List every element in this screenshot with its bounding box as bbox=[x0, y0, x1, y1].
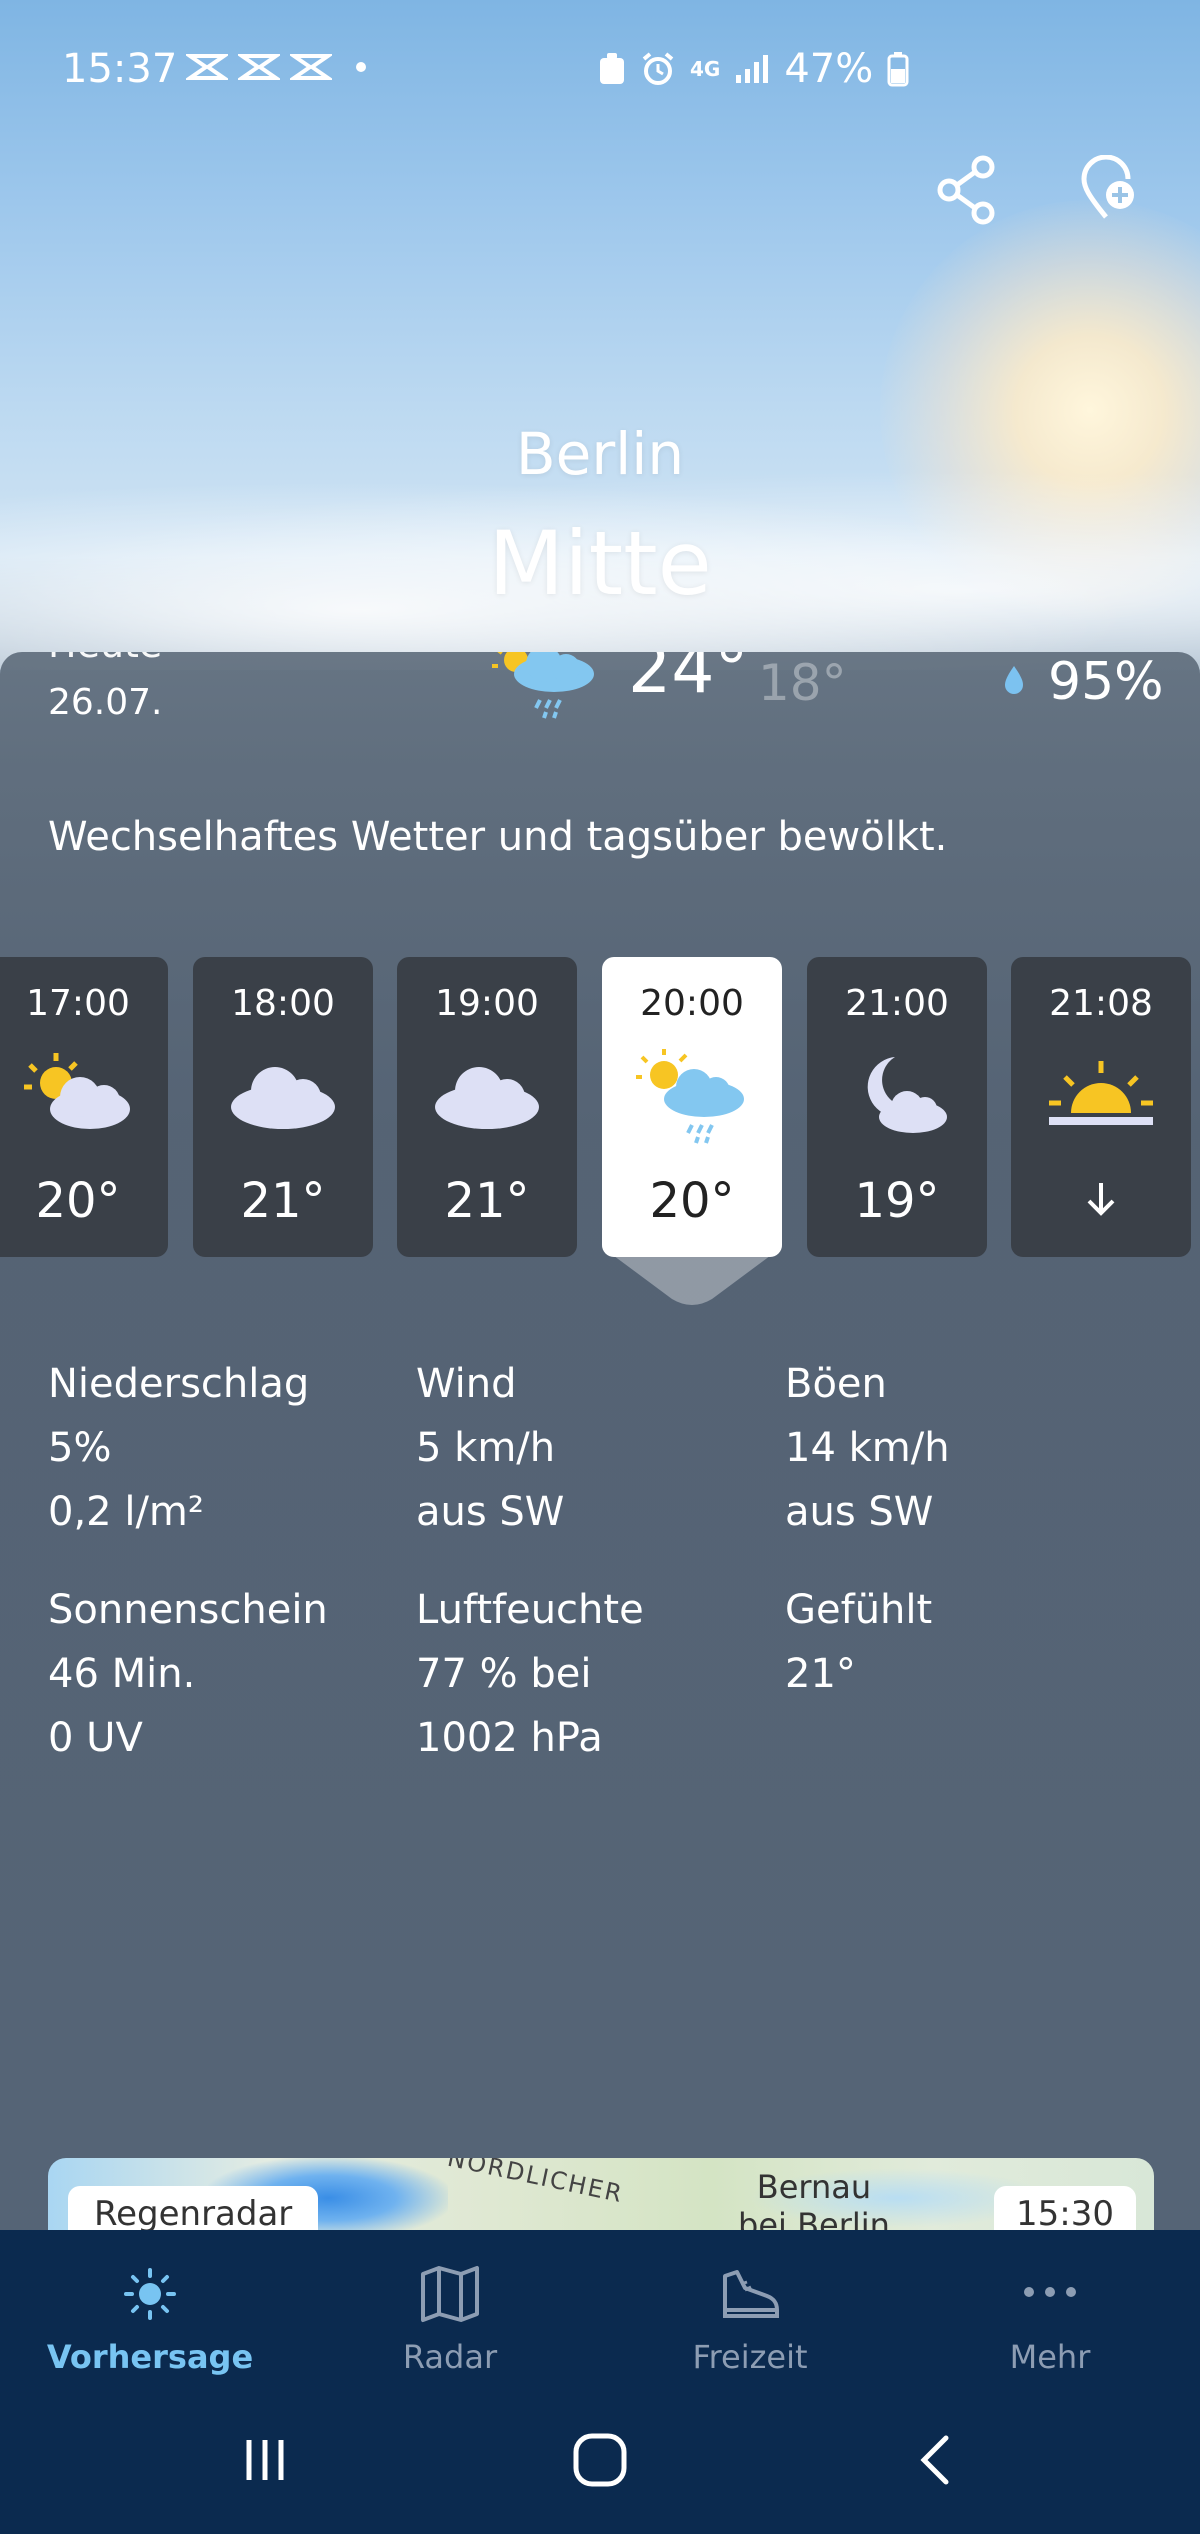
battery-percent: 47% bbox=[784, 46, 874, 92]
home-icon[interactable] bbox=[560, 2420, 640, 2500]
weather-summary: Wechselhaftes Wetter und tagsüber bewölk… bbox=[48, 814, 948, 860]
sun-cloud-rain-icon bbox=[636, 1049, 744, 1144]
hour-tile[interactable]: 21:08 bbox=[1011, 957, 1191, 1257]
today-min-temp: 18° bbox=[758, 654, 847, 712]
city-name: Berlin bbox=[515, 420, 685, 488]
detail-value: 77 % bei bbox=[416, 1651, 592, 1697]
detail-label: Luftfeuchte bbox=[416, 1587, 644, 1633]
detail-value: aus SW bbox=[416, 1489, 565, 1535]
shoe-icon bbox=[723, 2270, 779, 2318]
cloud-icon bbox=[231, 1067, 335, 1129]
alarm-icon bbox=[642, 52, 674, 85]
nav-label: Mehr bbox=[1009, 2338, 1091, 2376]
raindrop-icon bbox=[1005, 666, 1023, 694]
detail-feels-like: Gefühlt 21° bbox=[785, 1578, 932, 1706]
today-date: 26.07. bbox=[48, 682, 163, 723]
status-bar: 15:37 4G 47% bbox=[0, 0, 1200, 140]
nav-label: Freizeit bbox=[692, 2338, 808, 2376]
hour-tile[interactable]: 19:00 21° bbox=[397, 957, 577, 1257]
recent-apps-icon[interactable] bbox=[225, 2420, 305, 2500]
detail-label: Böen bbox=[785, 1361, 887, 1407]
selected-hour-pointer bbox=[602, 1227, 782, 1305]
more-dots-icon bbox=[1024, 2287, 1076, 2297]
notification-icons bbox=[186, 52, 366, 82]
more-notifications-dot bbox=[356, 62, 366, 72]
nav-leisure[interactable]: Freizeit bbox=[600, 2262, 900, 2412]
system-navigation-bar bbox=[0, 2420, 1200, 2510]
notification-app-icon bbox=[290, 54, 332, 80]
hour-time: 18:00 bbox=[231, 983, 335, 1024]
detail-value: aus SW bbox=[785, 1489, 934, 1535]
hour-time: 21:08 bbox=[1049, 983, 1153, 1024]
nav-more[interactable]: Mehr bbox=[900, 2262, 1200, 2412]
hour-temp: 19° bbox=[854, 1173, 940, 1229]
share-icon[interactable] bbox=[935, 155, 999, 225]
cloud-icon bbox=[435, 1067, 539, 1129]
today-max-temp: 24° bbox=[628, 652, 749, 709]
weather-screen: 15:37 4G 47% Berlin Mitte 26.07. 24° 18°… bbox=[0, 0, 1200, 2534]
detail-value: 1002 hPa bbox=[416, 1715, 603, 1761]
hour-temp: 21° bbox=[444, 1173, 530, 1229]
detail-label: Gefühlt bbox=[785, 1587, 933, 1633]
today-summary-row[interactable]: Heute 26.07. 24° 18° 95% bbox=[0, 652, 1200, 762]
detail-value: 14 km/h bbox=[785, 1425, 950, 1471]
today-label: Heute bbox=[48, 652, 162, 666]
detail-value: 21° bbox=[785, 1651, 856, 1697]
signal-icon bbox=[736, 55, 769, 83]
notification-app-icon bbox=[186, 54, 228, 80]
sun-icon bbox=[124, 2268, 176, 2320]
detail-wind: Wind 5 km/h aus SW bbox=[416, 1352, 564, 1544]
hour-time: 19:00 bbox=[435, 983, 539, 1024]
battery-icon bbox=[887, 52, 909, 87]
back-icon[interactable] bbox=[896, 2420, 976, 2500]
detail-humidity: Luftfeuchte 77 % bei 1002 hPa bbox=[416, 1578, 644, 1770]
detail-label: Wind bbox=[416, 1361, 517, 1407]
map-icon bbox=[421, 2266, 479, 2322]
hour-tile-selected[interactable]: 20:00 20° bbox=[602, 957, 782, 1257]
detail-value: 0,2 l/m² bbox=[48, 1489, 204, 1535]
nav-forecast[interactable]: Vorhersage bbox=[0, 2262, 300, 2412]
hour-time: 17:00 bbox=[26, 983, 130, 1024]
hour-temp: 20° bbox=[35, 1173, 121, 1229]
add-location-icon[interactable] bbox=[1078, 155, 1142, 225]
hour-temp: 20° bbox=[649, 1173, 735, 1229]
sunset-icon bbox=[1049, 1061, 1153, 1125]
hour-tile[interactable]: 17:00 20° bbox=[0, 957, 168, 1257]
detail-value: 5% bbox=[48, 1425, 112, 1471]
detail-precipitation: Niederschlag 5% 0,2 l/m² bbox=[48, 1352, 309, 1544]
status-indicators: 4G 47% bbox=[598, 46, 909, 92]
hour-time: 21:00 bbox=[845, 983, 949, 1024]
nav-radar[interactable]: Radar bbox=[300, 2262, 600, 2412]
sun-cloud-rain-icon bbox=[492, 652, 594, 719]
district-name: Mitte bbox=[488, 512, 712, 615]
nav-label: Radar bbox=[402, 2338, 498, 2376]
detail-label: Niederschlag bbox=[48, 1361, 310, 1407]
today-precip-chance: 95% bbox=[1048, 652, 1164, 712]
detail-value: 0 UV bbox=[48, 1715, 143, 1761]
hour-time: 20:00 bbox=[640, 983, 744, 1024]
detail-gusts: Böen 14 km/h aus SW bbox=[785, 1352, 950, 1544]
map-place-label: NÖRDLICHER bbox=[445, 2158, 627, 2209]
recycle-icon bbox=[600, 53, 624, 84]
hour-tile[interactable]: 18:00 21° bbox=[193, 957, 373, 1257]
network-type: 4G bbox=[690, 57, 721, 81]
notification-app-icon bbox=[238, 54, 280, 80]
sun-cloud-icon bbox=[24, 1053, 130, 1129]
detail-sunshine: Sonnenschein 46 Min. 0 UV bbox=[48, 1578, 328, 1770]
detail-value: 5 km/h bbox=[416, 1425, 556, 1471]
top-actions bbox=[0, 155, 1200, 225]
detail-label: Sonnenschein bbox=[48, 1587, 328, 1633]
hourly-forecast[interactable]: 17:00 20° 18:00 21° 19:00 21° 20:00 20° … bbox=[0, 957, 1200, 1297]
forecast-card: Heute 26.07. 24° 18° 95% Wechselhaftes W… bbox=[0, 652, 1200, 2232]
nav-label: Vorhersage bbox=[46, 2338, 254, 2376]
arrow-down-icon bbox=[1087, 1183, 1115, 1216]
status-time: 15:37 bbox=[62, 46, 178, 92]
hour-temp: 21° bbox=[240, 1173, 326, 1229]
moon-cloud-icon bbox=[867, 1057, 947, 1133]
detail-value: 46 Min. bbox=[48, 1651, 196, 1697]
hour-tile[interactable]: 21:00 19° bbox=[807, 957, 987, 1257]
